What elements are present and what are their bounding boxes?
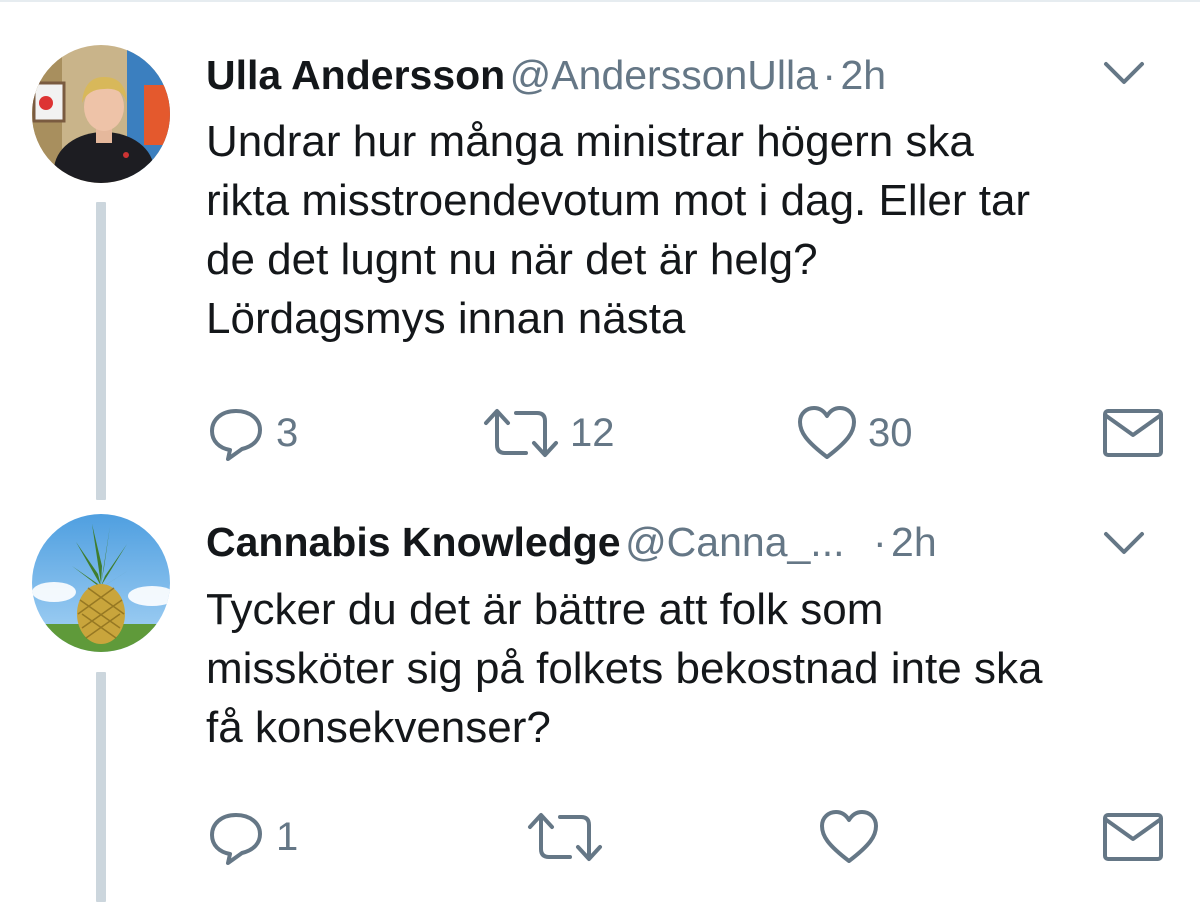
tweet-text-line: få konsekvenser? (206, 703, 551, 752)
retweet-icon (526, 807, 604, 867)
retweet-icon (482, 403, 560, 463)
tweet-text: Undrar hur många ministrar högern ska ri… (206, 112, 1030, 348)
author-name[interactable]: Ulla Andersson (206, 52, 505, 98)
reply-icon (206, 807, 266, 867)
author-handle[interactable]: @AnderssonUlla (510, 52, 818, 98)
heart-icon (796, 403, 858, 463)
reply-count: 3 (276, 410, 299, 455)
retweet-button[interactable]: 12 (482, 398, 615, 468)
tweet-ulla-andersson[interactable]: Ulla Andersson @AnderssonUlla · 2h Undra… (0, 0, 1200, 500)
tweet-text-line: rikta misstroendevotum mot i dag. Eller … (206, 176, 1031, 225)
tweet-text-line: Undrar hur många ministrar högern ska (206, 117, 974, 166)
separator-dot: · (822, 52, 837, 98)
tweet-actions: 3 12 30 (0, 398, 1200, 468)
like-count: 30 (868, 410, 913, 455)
envelope-icon (1102, 809, 1164, 865)
avatar-cannabis-knowledge[interactable] (32, 514, 170, 652)
direct-message-button[interactable] (1102, 398, 1164, 468)
direct-message-button[interactable] (1102, 802, 1164, 872)
reply-button[interactable]: 3 (206, 398, 298, 468)
tweet-header: Ulla Andersson @AnderssonUlla · 2h (206, 55, 886, 96)
like-button[interactable]: 30 (796, 398, 913, 468)
separator-dot: · (872, 519, 887, 565)
avatar-ulla-andersson[interactable] (32, 45, 170, 183)
tweet-text-line: Tycker du det är bättre att folk som (206, 585, 884, 634)
like-button[interactable] (818, 802, 880, 872)
tweet-text-line: missköter sig på folkets bekostnad inte … (206, 644, 1043, 693)
tweet-actions: 1 (0, 802, 1200, 872)
envelope-icon (1102, 405, 1164, 461)
tweet-text-line: de det lugnt nu när det är helg? (206, 235, 818, 284)
tweet-text-line: Lördagsmys innan nästa (206, 294, 686, 343)
chevron-down-icon[interactable] (1100, 528, 1148, 558)
heart-icon (818, 807, 880, 867)
author-handle[interactable]: @Canna_... (625, 519, 844, 565)
retweet-button[interactable] (526, 802, 604, 872)
tweet-text: Tycker du det är bättre att folk som mis… (206, 580, 1042, 757)
reply-button[interactable]: 1 (206, 802, 298, 872)
tweet-cannabis-knowledge[interactable]: Cannabis Knowledge @Canna_... · 2h Tycke… (0, 500, 1200, 902)
reply-icon (206, 403, 266, 463)
tweet-header: Cannabis Knowledge @Canna_... · 2h (206, 522, 937, 563)
retweet-count: 12 (570, 410, 615, 455)
chevron-down-icon[interactable] (1100, 58, 1148, 88)
author-name[interactable]: Cannabis Knowledge (206, 519, 621, 565)
timestamp[interactable]: 2h (841, 52, 887, 98)
timestamp[interactable]: 2h (891, 519, 937, 565)
reply-count: 1 (276, 814, 299, 859)
